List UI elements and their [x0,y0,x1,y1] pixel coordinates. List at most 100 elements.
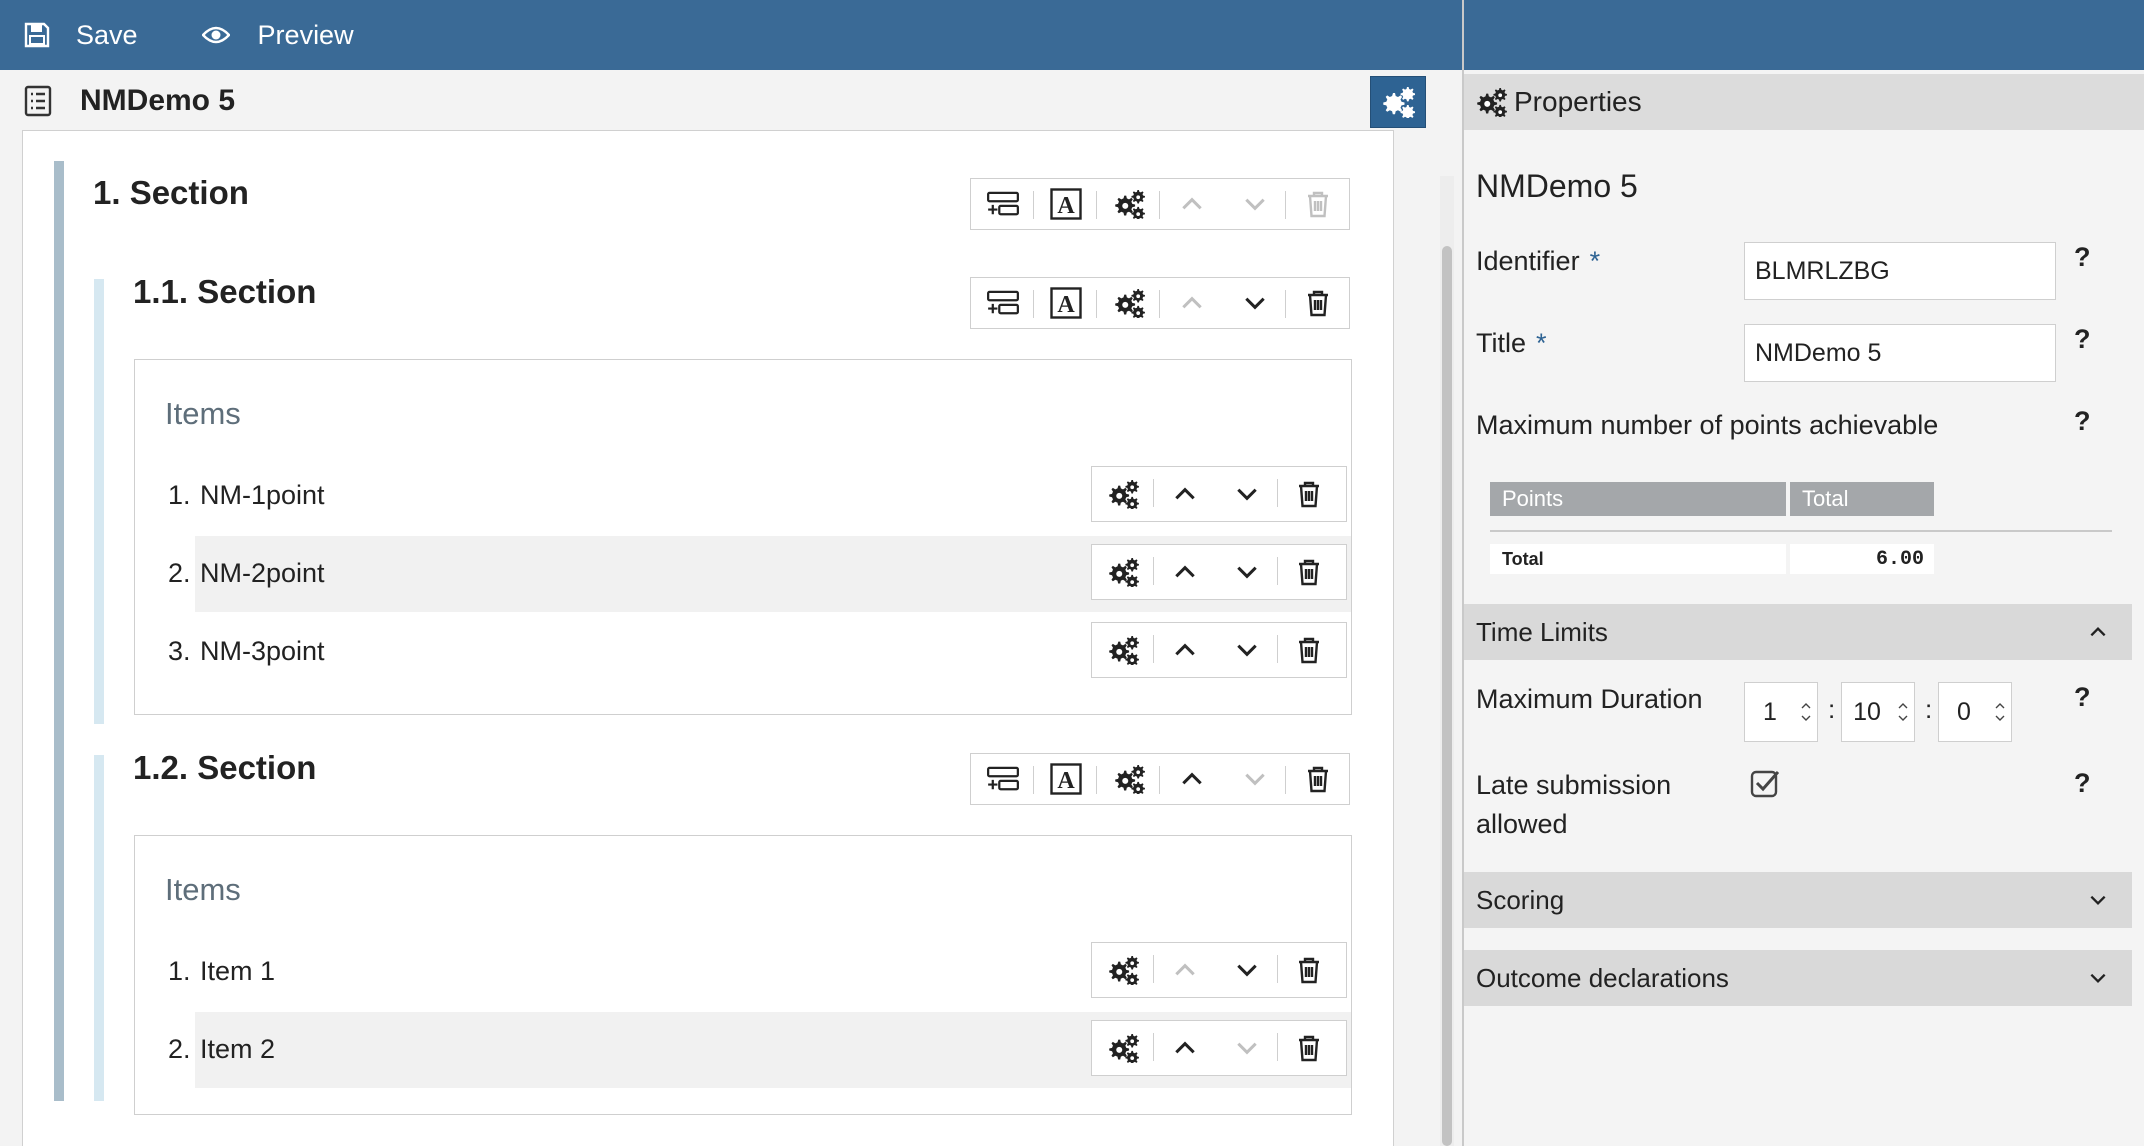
delete-button[interactable] [1278,1021,1340,1075]
preview-button[interactable]: Preview [201,0,354,70]
add-item-icon [986,290,1020,316]
move-up-button[interactable] [1154,623,1216,677]
test-list-icon [24,85,52,117]
add-item-button[interactable] [971,179,1034,229]
move-down-button[interactable] [1223,278,1286,328]
title-input[interactable] [1744,324,2056,382]
section-properties-button[interactable] [1097,179,1160,229]
items-box: Items 1. NM-1point 2. NM-2point 3. NM-3p… [134,359,1352,715]
outcome-declarations-header[interactable]: Outcome declarations [1464,950,2132,1006]
chevron-up-icon [2088,622,2108,642]
test-properties-button[interactable] [1370,76,1426,128]
item-number: 3. [168,636,191,666]
help-icon[interactable]: ? [2074,406,2091,437]
move-down-button[interactable] [1216,467,1278,521]
chevron-up-icon [1179,191,1205,217]
identifier-input[interactable] [1744,242,2056,300]
item-row[interactable]: 1. Item 1 [135,934,1351,1010]
scoring-header[interactable]: Scoring [1464,872,2132,928]
move-down-button[interactable] [1216,943,1278,997]
rubric-block-button[interactable] [1034,754,1097,804]
gears-icon [1106,479,1140,509]
chevron-up-icon [1172,1035,1198,1061]
required-mark: * [1589,246,1601,276]
test-title: NMDemo 5 [80,84,236,117]
delete-button[interactable] [1278,467,1340,521]
chevron-up-icon[interactable] [1994,700,2006,712]
late-submission-label: Late submission allowed [1476,770,1672,839]
item-row[interactable]: 2. NM-2point [135,536,1351,612]
add-item-button[interactable] [971,754,1034,804]
trash-icon [1297,558,1321,586]
chevron-down-icon [1242,191,1268,217]
item-properties-button[interactable] [1092,623,1154,677]
item-properties-button[interactable] [1092,1021,1154,1075]
chevron-up-icon [1172,559,1198,585]
move-down-button[interactable] [1223,179,1286,229]
section-properties-button[interactable] [1097,754,1160,804]
help-icon[interactable]: ? [2074,682,2091,713]
scrollbar-thumb[interactable] [1442,246,1452,1146]
chevron-up-icon[interactable] [1800,700,1812,712]
items-box: Items 1. Item 1 2. Item 2 [134,835,1352,1115]
move-up-button[interactable] [1154,943,1216,997]
help-icon[interactable]: ? [2074,768,2091,799]
chevron-down-icon [2088,968,2108,988]
chevron-down-icon [1234,481,1260,507]
delete-button[interactable] [1278,545,1340,599]
item-name: Item 2 [200,1034,276,1064]
section-properties-button[interactable] [1097,278,1160,328]
chevron-up-icon [1172,481,1198,507]
move-down-button[interactable] [1216,623,1278,677]
test-header: NMDemo 5 [0,70,1462,132]
chevron-up-icon[interactable] [1897,700,1909,712]
seconds-spinner[interactable]: 0 [1938,682,2012,742]
delete-button[interactable] [1278,623,1340,677]
table-divider [1490,530,2112,532]
help-icon[interactable]: ? [2074,242,2091,273]
delete-button[interactable] [1286,754,1349,804]
help-icon[interactable]: ? [2074,324,2091,355]
move-up-button[interactable] [1154,545,1216,599]
delete-button[interactable] [1286,179,1349,229]
chevron-down-icon[interactable] [1800,712,1812,724]
item-properties-button[interactable] [1092,545,1154,599]
rubric-block-button[interactable] [1034,179,1097,229]
late-submission-checkbox[interactable] [1750,768,1780,798]
item-row[interactable]: 2. Item 2 [135,1012,1351,1088]
time-separator: : [1925,694,1933,724]
move-down-button[interactable] [1216,1021,1278,1075]
max-duration-label: Maximum Duration [1476,684,1703,714]
chevron-down-icon[interactable] [1994,712,2006,724]
hours-spinner[interactable]: 1 [1744,682,1818,742]
move-up-button[interactable] [1160,179,1223,229]
item-row[interactable]: 1. NM-1point [135,458,1351,534]
chevron-down-icon[interactable] [1897,712,1909,724]
gears-icon [1106,1033,1140,1063]
time-limits-header[interactable]: Time Limits [1464,604,2132,660]
move-down-button[interactable] [1216,545,1278,599]
delete-button[interactable] [1286,278,1349,328]
save-button[interactable]: Save [24,0,138,70]
item-properties-button[interactable] [1092,943,1154,997]
trash-icon [1297,956,1321,984]
minutes-spinner[interactable]: 10 [1841,682,1915,742]
delete-button[interactable] [1278,943,1340,997]
chevron-down-icon [1242,766,1268,792]
subsection-bar [94,279,104,724]
item-row[interactable]: 3. NM-3point [135,614,1351,690]
chevron-down-icon [1234,1035,1260,1061]
move-up-button[interactable] [1160,754,1223,804]
section-title: 1.1. Section [133,273,317,310]
move-up-button[interactable] [1160,278,1223,328]
rubric-block-button[interactable] [1034,278,1097,328]
gears-icon [1112,189,1146,219]
add-item-button[interactable] [971,278,1034,328]
move-up-button[interactable] [1154,467,1216,521]
text-a-icon [1050,763,1082,795]
move-up-button[interactable] [1154,1021,1216,1075]
item-properties-button[interactable] [1092,467,1154,521]
identifier-label: Identifier * [1476,246,1601,276]
move-down-button[interactable] [1223,754,1286,804]
section-bar [54,161,64,1101]
